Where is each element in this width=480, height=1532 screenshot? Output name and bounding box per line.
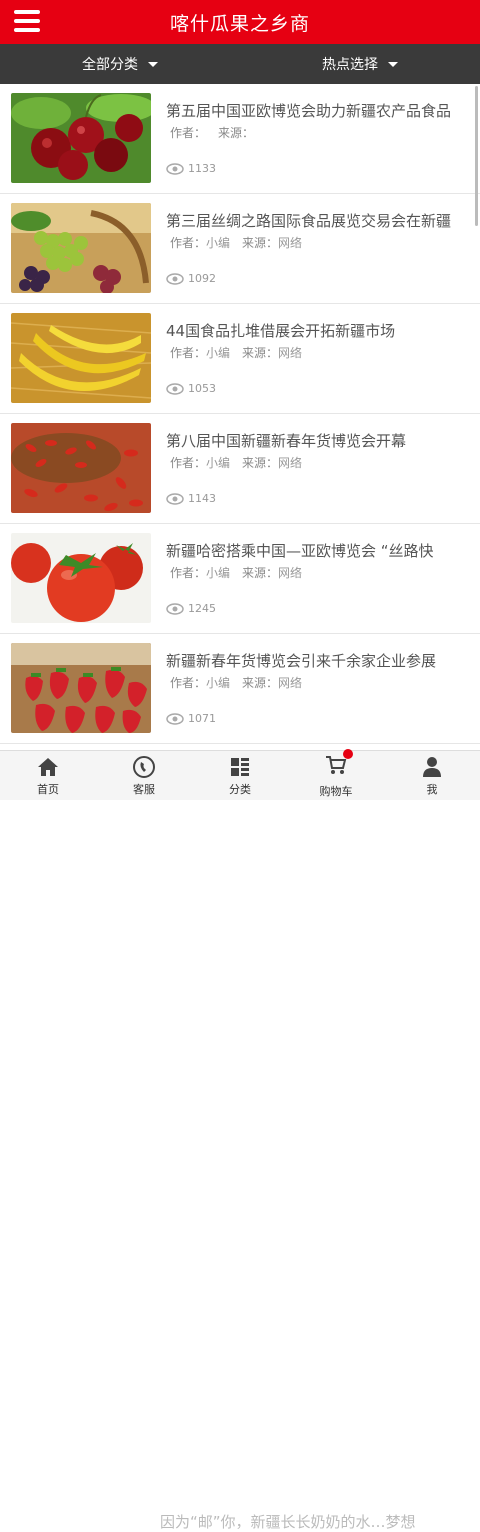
author-label: 作者：	[170, 566, 207, 580]
partial-list-item-title: 因为“邮”你，新疆长长奶奶的水…梦想	[160, 1513, 416, 1531]
eye-icon	[166, 492, 184, 505]
view-count: 1143	[166, 492, 216, 505]
phone-icon	[133, 755, 155, 778]
article-info: 44国食品扎堆借展会开拓新疆市场 作者：小编 来源：网络 1053	[166, 304, 480, 414]
article-meta: 作者：小编 来源：网络	[170, 564, 302, 581]
grape-thumbnail	[11, 203, 151, 293]
tab-cart-label: 购物车	[319, 784, 353, 798]
article-info: 第五届中国亚欧博览会助力新疆农产品食品 作者： 来源： 1133	[166, 84, 480, 194]
source-value: 网络	[278, 346, 303, 360]
tab-service[interactable]: 客服	[96, 751, 192, 800]
tab-category-label: 分类	[229, 782, 251, 796]
hot-filter[interactable]: 热点选择	[240, 44, 480, 84]
source-label: 来源：	[242, 566, 279, 580]
category-filter[interactable]: 全部分类	[0, 44, 240, 84]
source-label: 来源：	[242, 676, 279, 690]
category-filter-label: 全部分类	[82, 57, 138, 73]
author-value: 小编	[206, 346, 231, 360]
scrollbar[interactable]	[475, 86, 478, 226]
article-info: 新疆哈密搭乘中国—亚欧博览会 “丝路快 作者：小编 来源：网络 1245	[166, 524, 480, 634]
view-count: 1245	[166, 602, 216, 615]
filter-bar: 全部分类 热点选择	[0, 44, 480, 84]
tab-me-label: 我	[426, 782, 438, 796]
strawberry-thumbnail	[11, 643, 151, 733]
article-meta: 作者：小编 来源：网络	[170, 344, 302, 361]
home-icon	[38, 757, 58, 776]
view-count: 1133	[166, 162, 216, 175]
tomato-thumbnail	[11, 533, 151, 623]
list-item[interactable]: 第五届中国亚欧博览会助力新疆农产品食品 作者： 来源： 1133	[0, 84, 480, 194]
list-item[interactable]: 44国食品扎堆借展会开拓新疆市场 作者：小编 来源：网络 1053	[0, 304, 480, 414]
article-title: 第三届丝绸之路国际食品展览交易会在新疆	[166, 212, 452, 230]
author-value: 小编	[206, 566, 231, 580]
eye-icon	[166, 162, 184, 175]
hot-filter-label: 热点选择	[322, 57, 378, 73]
tab-home[interactable]: 首页	[0, 751, 96, 800]
author-label: 作者：	[170, 346, 207, 360]
chevron-down-icon	[148, 61, 158, 67]
source-value: 网络	[278, 236, 303, 250]
list-item[interactable]: 第三届丝绸之路国际食品展览交易会在新疆 作者：小编 来源：网络 1092	[0, 194, 480, 304]
view-count-value: 1092	[188, 272, 216, 285]
article-meta: 作者： 来源：	[170, 124, 254, 141]
source-value: 网络	[278, 676, 303, 690]
goji-thumbnail	[11, 423, 151, 513]
tab-service-label: 客服	[133, 782, 155, 796]
list-item[interactable]: 新疆哈密搭乘中国—亚欧博览会 “丝路快 作者：小编 来源：网络 1245	[0, 524, 480, 634]
bottom-tab-bar: 因为“邮”你，新疆长长奶奶的水…梦想 首页 客服 分类 购物车 我	[0, 748, 480, 1531]
article-list: 第五届中国亚欧博览会助力新疆农产品食品 作者： 来源： 1133 第三届丝绸之路…	[0, 84, 480, 750]
view-count-value: 1245	[188, 602, 216, 615]
tab-category[interactable]: 分类	[192, 751, 288, 800]
app-header: 喀什瓜果之乡商	[0, 0, 480, 44]
article-title: 新疆哈密搭乘中国—亚欧博览会 “丝路快	[166, 542, 434, 560]
menu-icon[interactable]	[14, 10, 40, 32]
author-value: 小编	[206, 676, 231, 690]
view-count: 1053	[166, 382, 216, 395]
article-title: 新疆新春年货博览会引来千余家企业参展	[166, 652, 437, 670]
page-title: 喀什瓜果之乡商	[169, 12, 310, 35]
article-info: 第八届中国新疆新春年货博览会开幕 作者：小编 来源：网络 1143	[166, 414, 480, 524]
tab-cart[interactable]: 购物车	[288, 748, 384, 800]
banana-thumbnail	[11, 313, 151, 403]
article-meta: 作者：小编 来源：网络	[170, 674, 302, 691]
tab-home-label: 首页	[37, 782, 59, 796]
author-label: 作者：	[170, 676, 207, 690]
grid-icon	[231, 757, 249, 776]
author-label: 作者：	[170, 126, 207, 140]
cart-badge	[343, 748, 353, 759]
eye-icon	[166, 272, 184, 285]
article-title: 第五届中国亚欧博览会助力新疆农产品食品	[166, 102, 452, 120]
article-info: 第三届丝绸之路国际食品展览交易会在新疆 作者：小编 来源：网络 1092	[166, 194, 480, 304]
view-count-value: 1133	[188, 162, 216, 175]
source-label: 来源：	[242, 346, 279, 360]
source-label: 来源：	[218, 126, 255, 140]
article-title: 第八届中国新疆新春年货博览会开幕	[166, 432, 407, 450]
list-item[interactable]: 新疆新春年货博览会引来千余家企业参展 作者：小编 来源：网络 1071	[0, 634, 480, 744]
author-label: 作者：	[170, 236, 207, 250]
view-count-value: 1071	[188, 712, 216, 725]
article-info: 新疆新春年货博览会引来千余家企业参展 作者：小编 来源：网络 1071	[166, 634, 480, 744]
view-count-value: 1143	[188, 492, 216, 505]
source-value: 网络	[278, 566, 303, 580]
source-value: 网络	[278, 456, 303, 470]
tab-me[interactable]: 我	[384, 751, 480, 800]
author-value: 小编	[206, 236, 231, 250]
article-title: 44国食品扎堆借展会开拓新疆市场	[166, 322, 396, 340]
article-meta: 作者：小编 来源：网络	[170, 454, 302, 471]
view-count-value: 1053	[188, 382, 216, 395]
view-count: 1092	[166, 272, 216, 285]
list-item[interactable]: 第八届中国新疆新春年货博览会开幕 作者：小编 来源：网络 1143	[0, 414, 480, 524]
eye-icon	[166, 382, 184, 395]
author-value: 小编	[206, 456, 231, 470]
view-count: 1071	[166, 712, 216, 725]
author-label: 作者：	[170, 456, 207, 470]
eye-icon	[166, 602, 184, 615]
chevron-down-icon	[388, 61, 398, 67]
user-icon	[423, 756, 441, 777]
article-meta: 作者：小编 来源：网络	[170, 234, 302, 251]
source-label: 来源：	[242, 456, 279, 470]
eye-icon	[166, 712, 184, 725]
source-label: 来源：	[242, 236, 279, 250]
cherry-thumbnail	[11, 93, 151, 183]
